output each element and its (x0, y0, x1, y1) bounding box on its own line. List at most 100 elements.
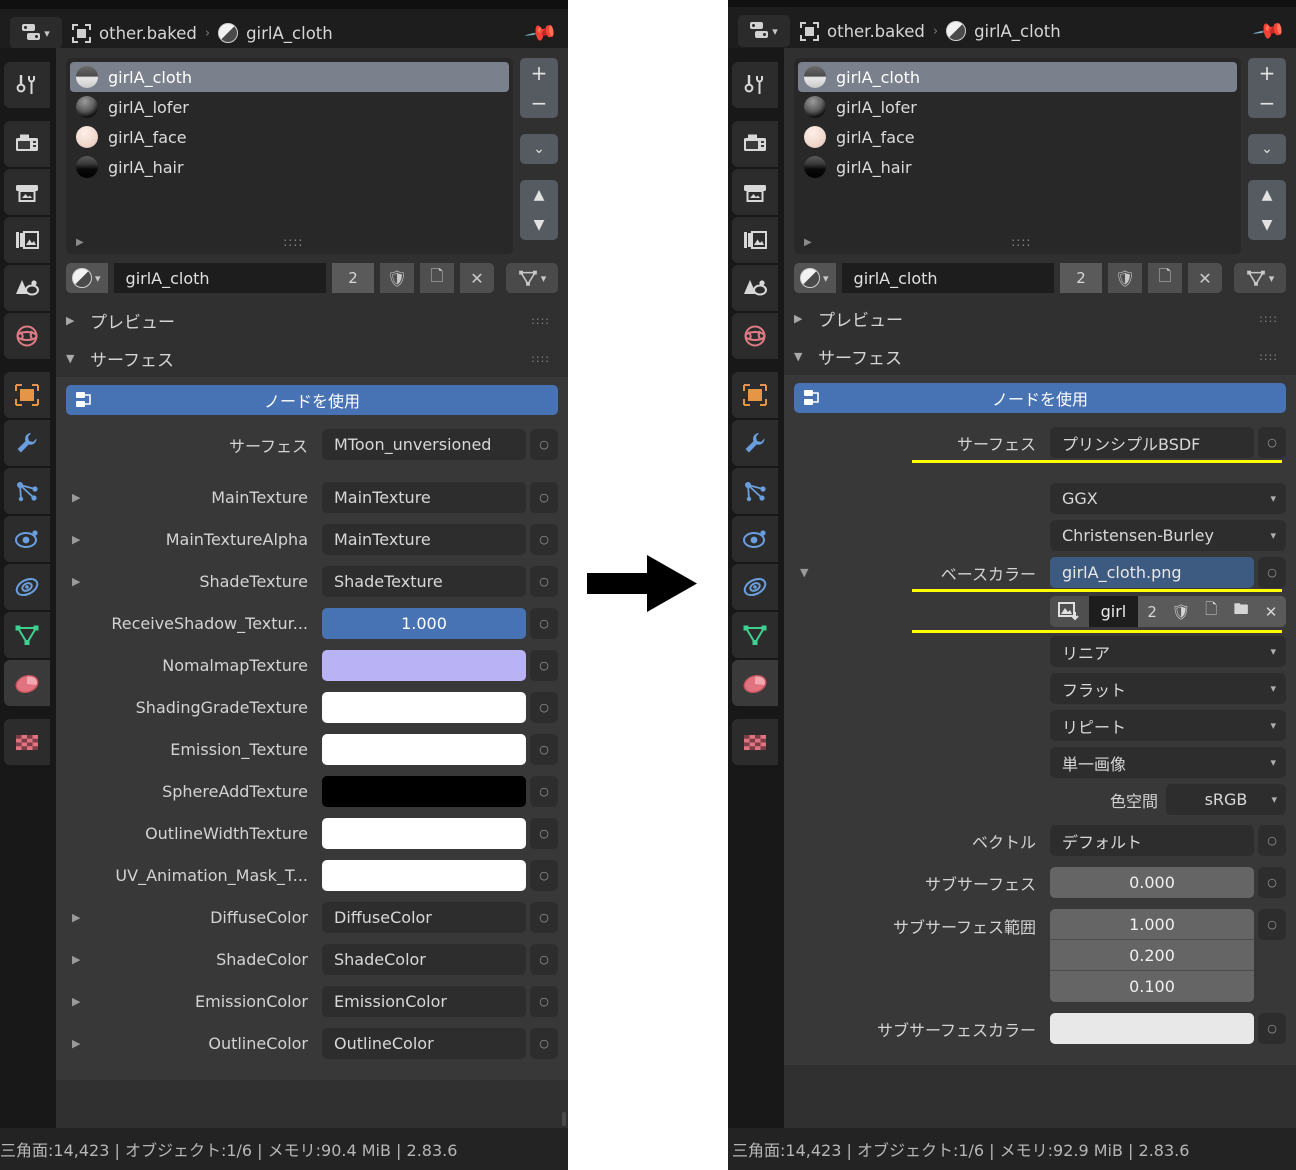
copy-icon[interactable]: 🗋 (1148, 263, 1182, 293)
row-field[interactable]: 0.000 (1050, 867, 1286, 898)
copy-icon[interactable]: 🗋 (1196, 596, 1227, 627)
row-field[interactable] (322, 692, 558, 723)
row-value[interactable]: ShadeColor (322, 944, 526, 975)
sidebar-item-view-layer[interactable] (732, 217, 778, 263)
row-field[interactable]: MToon_unversioned (322, 429, 558, 460)
interpolation-dropdown[interactable]: リニア ▾ (1050, 636, 1286, 667)
use-nodes-button[interactable]: ノードを使用 (794, 383, 1286, 413)
animate-dot-icon[interactable] (1258, 557, 1286, 588)
animate-dot-icon[interactable] (1258, 825, 1286, 856)
list-item[interactable]: girlA_face (70, 122, 509, 152)
image-browse-button[interactable] (1050, 596, 1089, 627)
sidebar-item-scene[interactable] (4, 265, 50, 311)
sidebar-item-material[interactable] (4, 660, 50, 706)
color-swatch[interactable] (322, 650, 526, 681)
extension-dropdown[interactable]: リピート ▾ (1050, 710, 1286, 741)
animate-dot-icon[interactable] (530, 776, 558, 807)
sidebar-item-particles[interactable] (4, 468, 50, 514)
row-field[interactable]: 1.000 (322, 608, 558, 639)
row-field[interactable]: OutlineColor (322, 1028, 558, 1059)
animate-dot-icon[interactable] (1258, 867, 1286, 898)
row-expander[interactable]: ▶ (66, 491, 90, 504)
unlink-x-icon[interactable]: ✕ (460, 263, 494, 293)
distribution-dropdown[interactable]: GGX ▾ (1050, 483, 1286, 514)
subsurface-method-dropdown[interactable]: Christensen-Burley ▾ (1050, 520, 1286, 551)
row-field[interactable]: DiffuseColor (322, 902, 558, 933)
animate-dot-icon[interactable] (530, 944, 558, 975)
move-slot-up-button[interactable]: ▲ (1248, 180, 1286, 210)
move-slot-down-button[interactable]: ▼ (520, 210, 558, 240)
radius-z[interactable]: 0.100 (1050, 971, 1254, 1002)
row-field[interactable]: 1.000 0.200 0.100 (1050, 909, 1286, 1002)
list-item[interactable]: girlA_cloth (70, 62, 509, 92)
shield-icon[interactable]: 🛡 (1166, 596, 1197, 627)
move-slot-down-button[interactable]: ▼ (1248, 210, 1286, 240)
sidebar-item-view-layer[interactable] (4, 217, 50, 263)
base-color-value[interactable]: girlA_cloth.png (1050, 557, 1254, 588)
animate-dot-icon[interactable] (530, 1028, 558, 1059)
projection-dropdown[interactable]: フラット ▾ (1050, 673, 1286, 704)
sidebar-item-particles[interactable] (732, 468, 778, 514)
sidebar-item-render[interactable] (4, 121, 50, 167)
breadcrumb-object[interactable]: other.baked (99, 24, 197, 43)
panel-header-surface[interactable]: ▼ サーフェス :::: (56, 339, 568, 377)
expand-filter-icon[interactable]: ▶ (804, 237, 812, 248)
row-expander[interactable]: ▶ (66, 575, 90, 588)
sidebar-item-modifiers[interactable] (4, 420, 50, 466)
sidebar-item-render[interactable] (732, 121, 778, 167)
row-value[interactable]: MainTexture (322, 524, 526, 555)
animate-dot-icon[interactable] (530, 429, 558, 460)
sidebar-item-output[interactable] (732, 169, 778, 215)
animate-dot-icon[interactable] (530, 608, 558, 639)
remove-slot-button[interactable]: − (520, 88, 558, 118)
sidebar-item-physics[interactable] (732, 516, 778, 562)
move-slot-up-button[interactable]: ▲ (520, 180, 558, 210)
row-field[interactable]: girlA_cloth.png (1050, 557, 1286, 588)
animate-dot-icon[interactable] (530, 986, 558, 1017)
copy-icon[interactable]: 🗋 (420, 263, 454, 293)
row-field[interactable]: デフォルト (1050, 825, 1286, 856)
sidebar-item-world[interactable] (732, 313, 778, 359)
list-item[interactable]: girlA_cloth (798, 62, 1237, 92)
row-value[interactable]: MainTexture (322, 482, 526, 513)
color-swatch[interactable] (322, 734, 526, 765)
row-value[interactable]: EmissionColor (322, 986, 526, 1017)
animate-dot-icon[interactable] (530, 902, 558, 933)
panel-header-surface[interactable]: ▼ サーフェス :::: (784, 337, 1296, 375)
material-name-field[interactable]: girlA_cloth (841, 263, 1054, 293)
animate-dot-icon[interactable] (530, 566, 558, 597)
color-swatch[interactable] (322, 776, 526, 807)
sidebar-item-object-data[interactable] (4, 612, 50, 658)
list-item[interactable]: girlA_face (798, 122, 1237, 152)
row-value[interactable]: ShadeTexture (322, 566, 526, 597)
animate-dot-icon[interactable] (1258, 1013, 1286, 1044)
animate-dot-icon[interactable] (530, 524, 558, 555)
colorspace-dropdown[interactable]: sRGB ▾ (1166, 784, 1286, 815)
breadcrumb-material[interactable]: girlA_cloth (246, 24, 333, 43)
unlink-x-icon[interactable]: ✕ (1188, 263, 1222, 293)
row-field[interactable] (322, 860, 558, 891)
sidebar-item-physics[interactable] (4, 516, 50, 562)
row-field[interactable]: ShadeColor (322, 944, 558, 975)
radius-y[interactable]: 0.200 (1050, 940, 1254, 971)
row-expander[interactable]: ▼ (794, 566, 818, 579)
animate-dot-icon[interactable] (530, 650, 558, 681)
panel-header-preview[interactable]: ▶ プレビュー :::: (56, 301, 568, 339)
material-slot-list[interactable]: girlA_cloth girlA_lofer girlA_face girlA… (794, 58, 1241, 254)
row-field[interactable] (322, 818, 558, 849)
row-field[interactable] (322, 776, 558, 807)
shader-value[interactable]: MToon_unversioned (322, 429, 526, 460)
row-expander[interactable]: ▶ (66, 953, 90, 966)
sidebar-item-texture[interactable] (732, 719, 778, 765)
slot-link-button[interactable]: ▾ (1234, 263, 1286, 293)
list-item[interactable]: girlA_hair (70, 152, 509, 182)
animate-dot-icon[interactable] (1258, 427, 1286, 458)
remove-slot-button[interactable]: − (1248, 88, 1286, 118)
row-value[interactable]: DiffuseColor (322, 902, 526, 933)
sidebar-item-tool[interactable] (4, 62, 50, 108)
list-item[interactable]: girlA_lofer (70, 92, 509, 122)
material-name-field[interactable]: girlA_cloth (113, 263, 326, 293)
sidebar-item-constraints[interactable] (4, 564, 50, 610)
sidebar-item-object[interactable] (732, 372, 778, 418)
breadcrumb-material[interactable]: girlA_cloth (974, 22, 1061, 41)
